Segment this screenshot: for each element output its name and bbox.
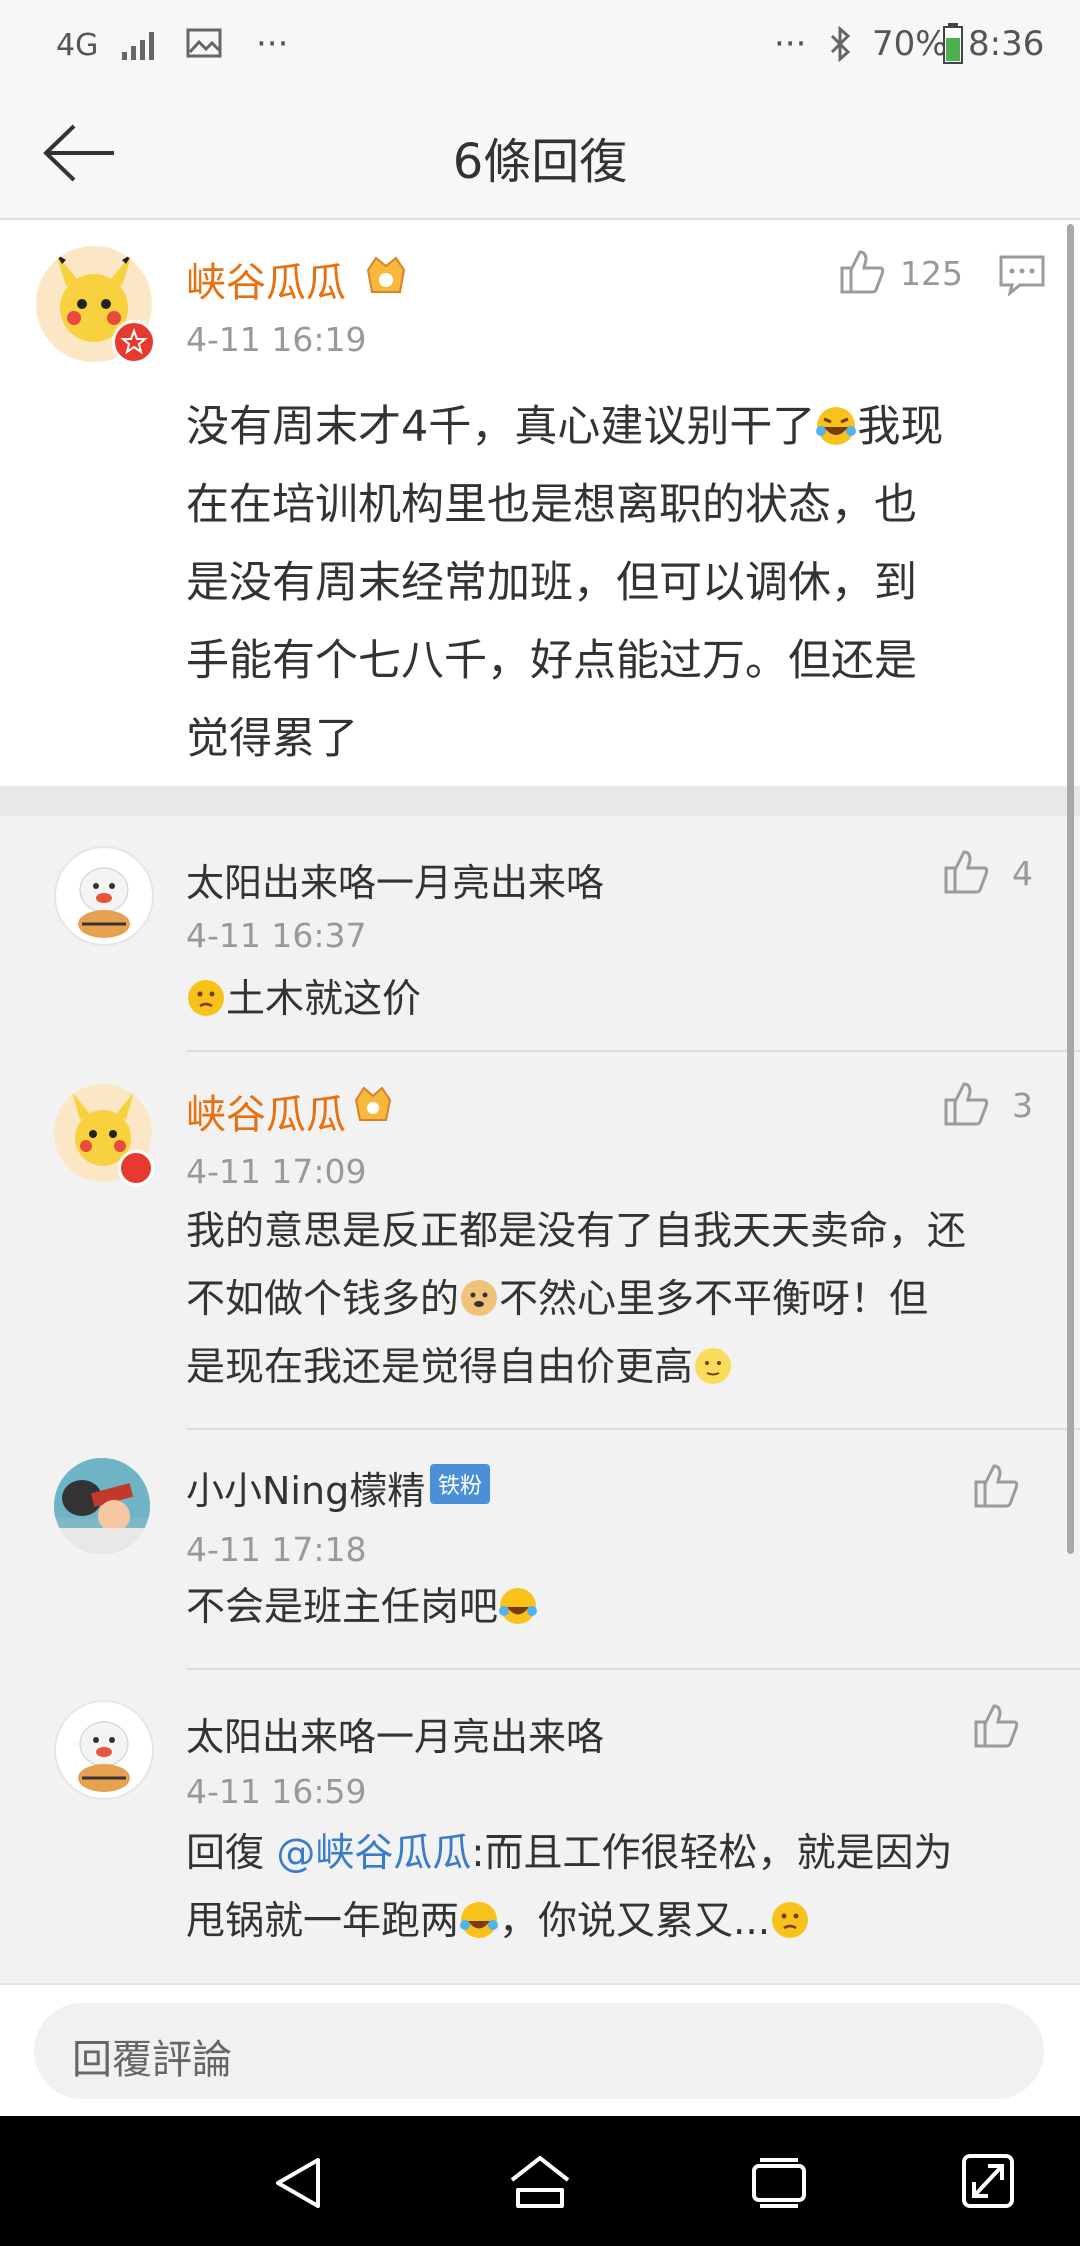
thumbs-up-icon[interactable] xyxy=(972,1462,1020,1510)
comment-body: 没有周末才4千，真心建议别干了 我现 在在培训机构里也是想离职的状态，也 是没有周… xyxy=(186,402,944,764)
reply-body: 土木就这价 xyxy=(186,966,421,1034)
battery-icon xyxy=(943,23,963,64)
mention-link[interactable]: @峡谷瓜瓜 xyxy=(276,1831,471,1876)
verified-badge-icon xyxy=(118,1150,154,1186)
status-bar: 4G ··· ··· 70% 8:36 xyxy=(0,0,1080,88)
fan-badge: 铁粉 xyxy=(430,1464,491,1504)
avatar[interactable] xyxy=(54,1700,154,1800)
username[interactable]: 太阳出来咯一月亮出来咯 xyxy=(186,1706,604,1761)
reply-input-bar: 回覆評論 xyxy=(0,1983,1080,2118)
nav-home-icon[interactable] xyxy=(508,2154,572,2210)
more-status-icon: ··· xyxy=(256,24,289,64)
more-status-right-icon: ··· xyxy=(774,24,807,64)
network-indicator: 4G xyxy=(56,28,99,63)
clock: 8:36 xyxy=(968,24,1045,64)
scrollbar[interactable] xyxy=(1067,224,1074,1554)
page-title: 6條回復 xyxy=(452,134,628,190)
nav-expand-icon[interactable] xyxy=(960,2152,1016,2210)
image-icon xyxy=(186,28,222,58)
like-count: 125 xyxy=(900,254,963,293)
like-count: 3 xyxy=(1012,1086,1033,1125)
main-comment: 峡谷瓜瓜 4-11 16:19 125 没有周末才4千，真心建议别干了 我现 在在… xyxy=(0,220,1080,786)
username[interactable]: 峡谷瓜瓜 xyxy=(186,1082,346,1140)
timestamp: 4-11 16:59 xyxy=(186,1772,367,1811)
comment-icon[interactable] xyxy=(998,254,1046,296)
system-nav-bar xyxy=(0,2116,1080,2246)
nav-recents-icon[interactable] xyxy=(750,2156,808,2208)
laugh-cry-emoji-icon xyxy=(816,407,857,445)
reply-list: 太阳出来咯一月亮出来咯 4-11 16:37 4 土木就这价 峡谷瓜瓜 4-11… xyxy=(0,816,1080,1981)
reply-input[interactable]: 回覆評論 xyxy=(34,2003,1044,2099)
doge-emoji-icon xyxy=(461,1280,498,1316)
top-bar: 6條回復 xyxy=(0,88,1080,220)
like-count: 4 xyxy=(1012,854,1033,893)
reply-body: 不会是班主任岗吧 xyxy=(186,1574,538,1642)
thinking-emoji-icon xyxy=(772,1902,809,1938)
avatar[interactable] xyxy=(54,846,154,946)
username[interactable]: 太阳出来咯一月亮出来咯 xyxy=(186,852,604,907)
cartoon-avatar-icon xyxy=(78,867,130,938)
nav-back-icon[interactable] xyxy=(272,2156,324,2210)
shy-emoji-icon xyxy=(695,1348,732,1384)
reply-body: 我的意思是反正都是没有了自我天天卖命，还 不如做个钱多的 不然心里多不平衡呀！但 … xyxy=(186,1209,967,1390)
signal-icon xyxy=(122,32,154,60)
list-item: 小小Ning檬精 铁粉 4-11 17:18 不会是班主任岗吧 xyxy=(0,1430,1080,1670)
vip-crown-icon xyxy=(366,256,406,293)
bluetooth-icon xyxy=(830,26,851,62)
anime-avatar-icon xyxy=(54,1458,150,1554)
thumbs-up-icon[interactable] xyxy=(838,248,886,296)
vip-crown-icon xyxy=(354,1086,392,1121)
thinking-emoji-icon xyxy=(188,980,224,1016)
section-divider xyxy=(0,786,1080,816)
thumbs-up-icon[interactable] xyxy=(942,1080,990,1128)
battery-percent: 70% xyxy=(872,24,948,64)
list-item: 太阳出来咯一月亮出来咯 4-11 16:37 4 土木就这价 xyxy=(0,816,1080,1052)
thumbs-up-icon[interactable] xyxy=(942,848,990,896)
laugh-cry-emoji-icon xyxy=(499,1588,538,1624)
username[interactable]: 小小Ning檬精 xyxy=(186,1460,425,1515)
username[interactable]: 峡谷瓜瓜 xyxy=(186,250,346,308)
timestamp: 4-11 17:09 xyxy=(186,1152,367,1191)
list-item: 太阳出来咯一月亮出来咯 4-11 16:59 回復 @峡谷瓜瓜:而且工作很轻松，… xyxy=(0,1670,1080,1981)
verified-badge-icon xyxy=(112,320,156,364)
reply-body: 回復 @峡谷瓜瓜:而且工作很轻松，就是因为 甩锅就一年跑两 ，你说又累又... xyxy=(186,1831,953,1944)
timestamp: 4-11 17:18 xyxy=(186,1530,367,1569)
reply-input-placeholder: 回覆評論 xyxy=(72,2037,232,2083)
timestamp: 4-11 16:19 xyxy=(186,320,367,359)
cartoon-avatar-icon xyxy=(78,1721,130,1792)
avatar[interactable] xyxy=(54,1458,150,1554)
list-item: 峡谷瓜瓜 4-11 17:09 3 我的意思是反正都是没有了自我天天卖命，还 不… xyxy=(0,1052,1080,1430)
laugh-cry-emoji-icon xyxy=(460,1902,499,1938)
timestamp: 4-11 16:37 xyxy=(186,916,367,955)
thumbs-up-icon[interactable] xyxy=(972,1702,1020,1750)
